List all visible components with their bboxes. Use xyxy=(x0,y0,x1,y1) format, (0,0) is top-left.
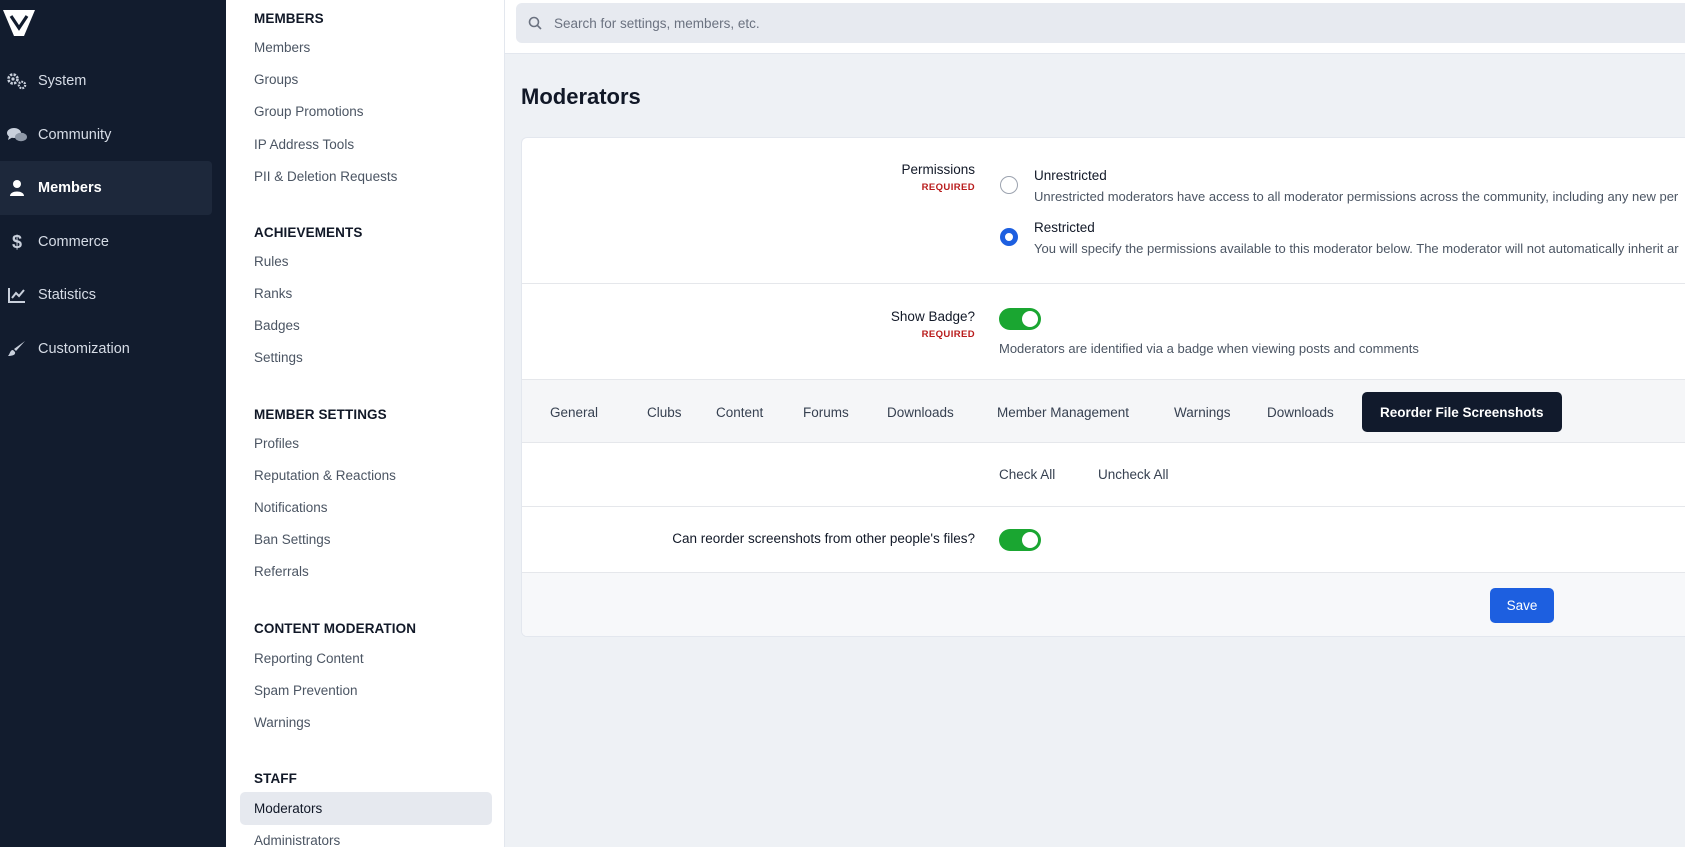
nav-item-label: Commerce xyxy=(38,234,109,250)
submenu-link-rules[interactable]: Rules xyxy=(254,254,289,269)
nav-item-system[interactable]: System xyxy=(0,54,212,108)
tab-general[interactable]: General xyxy=(536,392,612,432)
nav-item-label: Statistics xyxy=(38,287,97,303)
submenu-link-moderators[interactable]: Moderators xyxy=(254,801,322,816)
required-tag: REQUIRED xyxy=(921,329,975,340)
dollar-icon: $ xyxy=(11,231,22,252)
option-title-restricted: Restricted xyxy=(1034,220,1095,235)
submenu-link-spam-prevention[interactable]: Spam Prevention xyxy=(254,683,358,698)
moderator-form: Permissions REQUIRED Unrestricted Unrest… xyxy=(521,137,1685,637)
submenu-link-group-promotions[interactable]: Group Promotions xyxy=(254,104,364,119)
chat-bubbles-icon xyxy=(6,124,28,146)
tab-downloads-2[interactable]: Downloads xyxy=(1253,392,1348,432)
nav-item-statistics[interactable]: Statistics xyxy=(0,268,212,322)
toggle-knob xyxy=(1022,311,1038,327)
permission-tabs: General Clubs Content Forums Downloads M… xyxy=(522,379,1685,443)
form-footer: Save xyxy=(522,572,1685,636)
radio-restricted[interactable] xyxy=(1000,228,1018,246)
submenu-link-ranks[interactable]: Ranks xyxy=(254,286,292,301)
tab-forums[interactable]: Forums xyxy=(789,392,863,432)
section-heading-member-settings: MEMBER SETTINGS xyxy=(254,407,387,422)
check-all-button[interactable]: Check All xyxy=(999,467,1055,482)
nav-item-label: Community xyxy=(38,127,112,143)
required-tag: REQUIRED xyxy=(921,182,975,193)
show-badge-help: Moderators are identified via a badge wh… xyxy=(999,341,1419,356)
submenu-link-ban-settings[interactable]: Ban Settings xyxy=(254,532,331,547)
search-bar[interactable] xyxy=(516,3,1685,43)
submenu-link-reporting-content[interactable]: Reporting Content xyxy=(254,651,364,666)
submenu-link-referrals[interactable]: Referrals xyxy=(254,564,309,579)
nav-item-community[interactable]: Community xyxy=(0,108,212,162)
nav-item-members[interactable]: Members xyxy=(0,161,212,215)
tab-warnings[interactable]: Warnings xyxy=(1160,392,1245,432)
submenu-link-notifications[interactable]: Notifications xyxy=(254,500,328,515)
section-heading-members: MEMBERS xyxy=(254,11,324,26)
toggle-knob xyxy=(1022,532,1038,548)
uncheck-all-button[interactable]: Uncheck All xyxy=(1098,467,1169,482)
user-icon xyxy=(6,177,28,199)
submenu-link-profiles[interactable]: Profiles xyxy=(254,436,299,451)
submenu-link-administrators[interactable]: Administrators xyxy=(254,833,340,847)
submenu-link-warnings[interactable]: Warnings xyxy=(254,715,311,730)
show-badge-toggle[interactable] xyxy=(999,308,1041,330)
gears-icon xyxy=(6,70,28,92)
brush-icon xyxy=(6,338,28,360)
reorder-permission-toggle[interactable] xyxy=(999,529,1041,551)
divider xyxy=(522,283,1685,284)
show-badge-label: Show Badge? xyxy=(890,309,975,324)
page-title: Moderators xyxy=(521,84,641,109)
main-content: Moderators Permissions REQUIRED Unrestri… xyxy=(505,0,1685,847)
nav-item-label: Members xyxy=(38,180,102,196)
search-icon xyxy=(528,16,542,30)
option-desc-unrestricted: Unrestricted moderators have access to a… xyxy=(1034,189,1679,204)
submenu-link-groups[interactable]: Groups xyxy=(254,72,298,87)
nav-item-label: System xyxy=(38,73,87,89)
divider xyxy=(522,506,1685,507)
option-desc-restricted: You will specify the permissions availab… xyxy=(1034,241,1679,256)
reorder-permission-label: Can reorder screenshots from other peopl… xyxy=(672,531,975,546)
primary-nav: System Community Members $ Commerce Stat… xyxy=(0,0,226,847)
nav-item-customization[interactable]: Customization xyxy=(0,322,212,376)
radio-unrestricted[interactable] xyxy=(1000,176,1018,194)
members-submenu: MEMBERS Members Groups Group Promotions … xyxy=(226,0,505,847)
submenu-link-members[interactable]: Members xyxy=(254,40,310,55)
submenu-link-pii-deletion[interactable]: PII & Deletion Requests xyxy=(254,169,397,184)
top-bar xyxy=(505,0,1685,54)
section-heading-staff: STAFF xyxy=(254,771,297,786)
tab-member-management[interactable]: Member Management xyxy=(983,392,1143,432)
section-heading-content-moderation: CONTENT MODERATION xyxy=(254,621,417,636)
nav-item-commerce[interactable]: $ Commerce xyxy=(0,215,212,269)
tab-clubs[interactable]: Clubs xyxy=(633,392,696,432)
tab-reorder-file-screenshots[interactable]: Reorder File Screenshots xyxy=(1362,392,1562,432)
tab-downloads[interactable]: Downloads xyxy=(873,392,968,432)
nav-item-label: Customization xyxy=(38,341,130,357)
submenu-link-badges[interactable]: Badges xyxy=(254,318,300,333)
search-input[interactable] xyxy=(554,15,1154,31)
submenu-link-ip-address-tools[interactable]: IP Address Tools xyxy=(254,137,354,152)
submenu-link-reputation[interactable]: Reputation & Reactions xyxy=(254,468,396,483)
save-button[interactable]: Save xyxy=(1490,588,1554,623)
permissions-label: Permissions xyxy=(901,162,975,177)
tab-content[interactable]: Content xyxy=(702,392,777,432)
option-title-unrestricted: Unrestricted xyxy=(1034,168,1107,183)
logo-icon[interactable] xyxy=(2,6,36,38)
line-chart-icon xyxy=(6,284,28,306)
submenu-link-settings[interactable]: Settings xyxy=(254,350,303,365)
section-heading-achievements: ACHIEVEMENTS xyxy=(254,225,363,240)
